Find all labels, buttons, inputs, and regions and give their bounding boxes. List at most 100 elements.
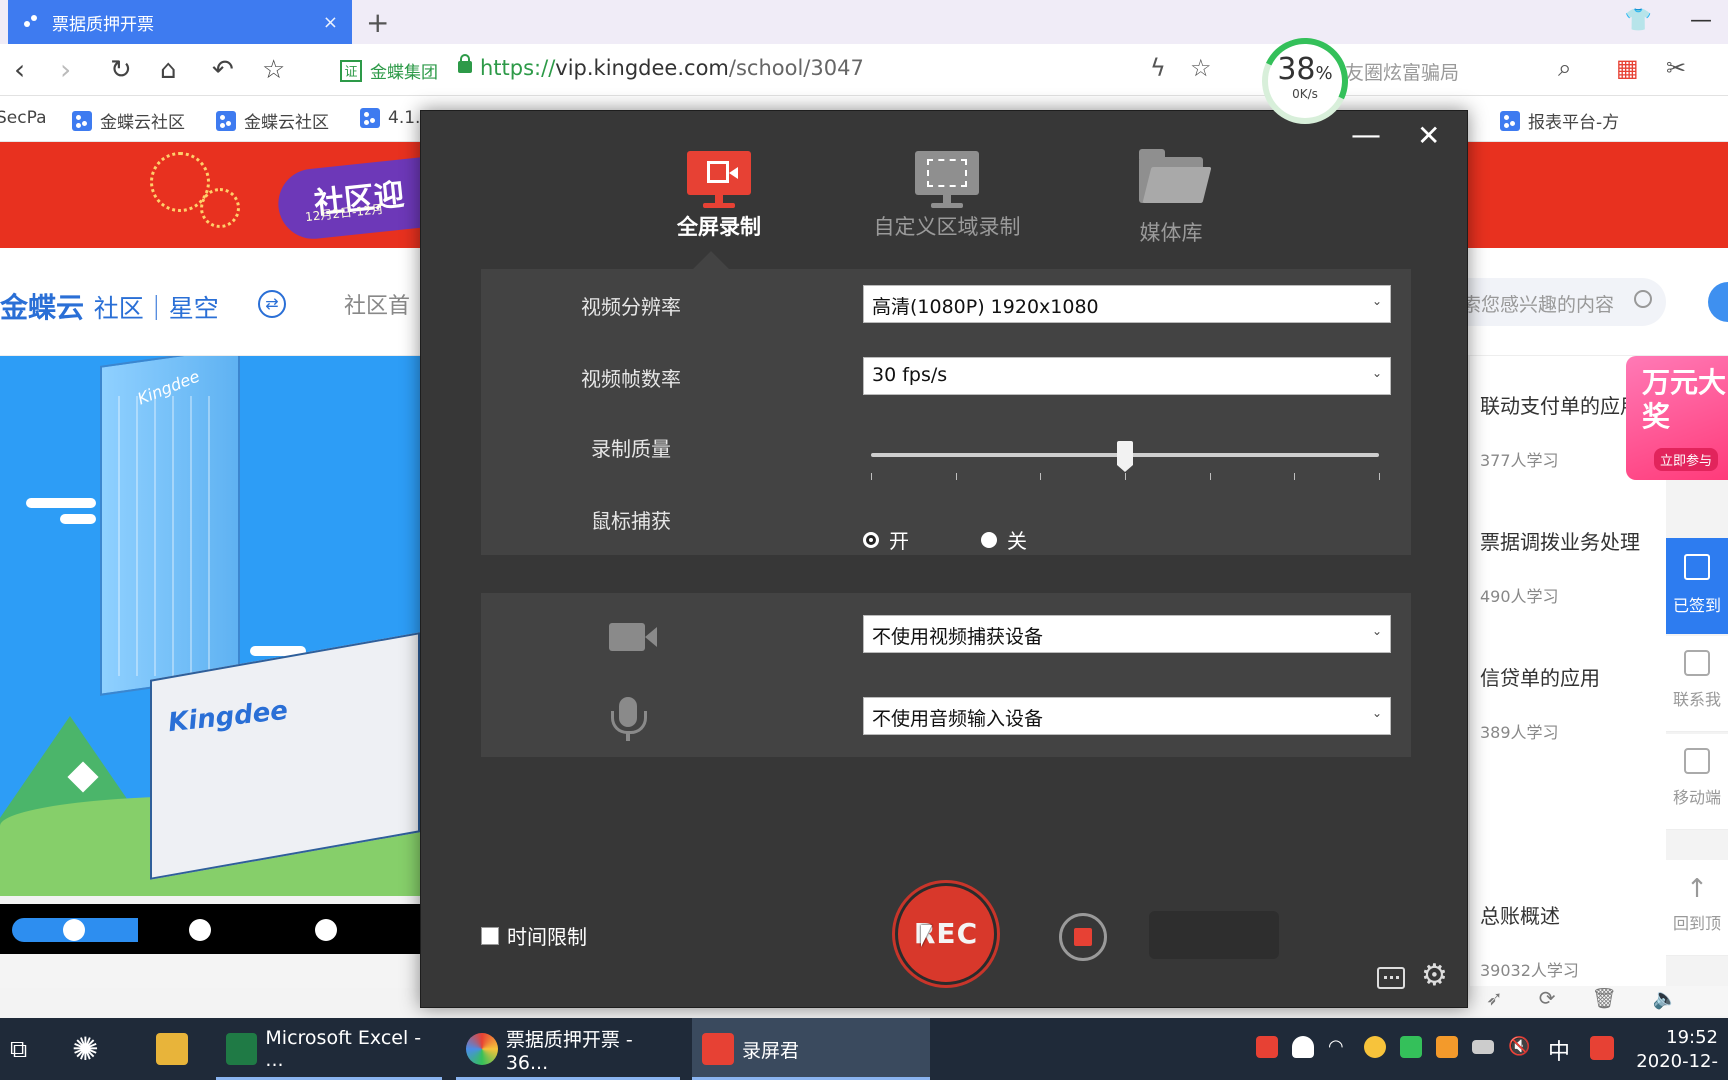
tab-custom-region-record[interactable]: 自定义区域录制 — [857, 151, 1037, 241]
input-method-indicator[interactable]: 中 — [1548, 1034, 1570, 1066]
avatar[interactable] — [1708, 282, 1728, 322]
browser-icon — [466, 1033, 498, 1065]
promo-join-button[interactable]: 立即参与 — [1654, 448, 1719, 471]
audio-device-select[interactable]: 不使用音频输入设备 ⌄ — [863, 697, 1391, 735]
trash-icon[interactable]: 🗑 — [1592, 986, 1617, 1016]
carousel-dot[interactable] — [189, 919, 211, 941]
cloud-decoration — [26, 498, 96, 508]
hero-illustration[interactable]: Kingdee Kingdee — [0, 356, 420, 896]
carousel-dot[interactable] — [315, 919, 337, 941]
certificate-badge[interactable]: 证 金蝶集团 — [340, 58, 438, 83]
sogou-icon[interactable] — [1590, 1036, 1614, 1060]
list-item[interactable]: 总账概述 39032人学习 — [1480, 900, 1579, 981]
tab-media-library[interactable]: 媒体库 — [1081, 149, 1261, 247]
resolution-label: 视频分辨率 — [581, 295, 681, 319]
record-button[interactable]: REC — [895, 883, 997, 985]
tab-close-icon[interactable]: × — [323, 12, 338, 33]
task-view-icon[interactable]: ⧉ — [0, 1018, 40, 1080]
antivirus-shield-icon[interactable] — [1400, 1036, 1422, 1058]
site-search-input[interactable]: 索您感兴趣的内容 — [1440, 278, 1666, 326]
pinwheel-app-icon[interactable]: ✺ — [62, 1018, 114, 1080]
url-field[interactable]: https://vip.kingdee.com/school/3047 — [480, 56, 864, 80]
bookmark-star-icon[interactable]: ☆ — [262, 54, 285, 86]
taskbar-app-excel[interactable]: Microsoft Excel - ... — [216, 1018, 442, 1080]
radio-checked-icon — [863, 531, 879, 548]
apps-grid-icon[interactable]: ▦ — [1616, 54, 1639, 82]
stop-button[interactable] — [1059, 913, 1107, 961]
video-device-select[interactable]: 不使用视频捕获设备 ⌄ — [863, 615, 1391, 653]
battery-icon[interactable] — [1472, 1040, 1494, 1054]
security-app-icon[interactable] — [1364, 1036, 1386, 1058]
bookmark-item[interactable]: SecPa — [0, 108, 47, 128]
time-limit-checkbox[interactable]: 时间限制 — [481, 921, 587, 950]
mouse-capture-off-radio[interactable]: 关 — [981, 525, 1027, 554]
resolution-select[interactable]: 高清(1080P) 1920x1080 ⌄ — [863, 285, 1391, 323]
list-item[interactable]: 信贷单的应用 389人学习 — [1480, 662, 1600, 743]
reload-icon[interactable]: ↻ — [110, 54, 132, 86]
mouse-capture-on-radio[interactable]: 开 — [863, 525, 909, 554]
bookmark-item[interactable]: 4.1. — [360, 108, 420, 128]
nav-item-community-home[interactable]: 社区首 — [344, 288, 410, 320]
lightning-icon[interactable]: ϟ — [1150, 54, 1166, 82]
undo-icon[interactable]: ↶ — [212, 54, 234, 86]
feedback-icon[interactable] — [1377, 967, 1405, 989]
back-to-top-button[interactable]: ↑ 回到顶 — [1666, 860, 1728, 956]
site-logo[interactable]: 金蝶云 社区｜星空 — [0, 286, 219, 326]
windows-taskbar: ⧉ ✺ Microsoft Excel - ... 票据质押开票 - 36...… — [0, 1018, 1728, 1080]
rocket-icon[interactable]: ➶ — [1486, 986, 1503, 1016]
search-icon[interactable]: ⌕ — [1558, 54, 1571, 82]
tab-fullscreen-record[interactable]: 全屏录制 — [629, 151, 809, 241]
close-icon[interactable]: ✕ — [1417, 121, 1440, 151]
bookmark-item[interactable]: 报表平台-方 — [1500, 108, 1619, 133]
favorite-star-icon[interactable]: ☆ — [1190, 54, 1212, 82]
framerate-select[interactable]: 30 fps/s ⌄ — [863, 357, 1391, 395]
speedup-icon[interactable]: ⟳ — [1539, 986, 1556, 1016]
checkin-button[interactable]: 已签到 — [1666, 538, 1728, 634]
recorder-tray-icon[interactable] — [1256, 1036, 1278, 1058]
kingdee-favicon-icon — [360, 108, 380, 128]
volume-muted-icon[interactable]: 🔇 — [1508, 1036, 1530, 1058]
carousel-dot[interactable] — [63, 919, 85, 941]
minimize-window-icon[interactable]: — — [1690, 8, 1712, 33]
microphone-icon — [609, 697, 647, 741]
fullscreen-monitor-icon — [687, 151, 751, 208]
taskbar-app-browser[interactable]: 票据质押开票 - 36... — [456, 1018, 680, 1080]
switch-product-icon[interactable]: ⇄ — [258, 290, 286, 318]
new-tab-button[interactable]: + — [366, 6, 389, 39]
taskbar-app-recorder[interactable]: 录屏君 — [692, 1018, 930, 1080]
back-icon[interactable]: ‹ — [14, 54, 25, 86]
browser-tab-active[interactable]: 票据质押开票 × — [8, 0, 352, 44]
home-icon[interactable]: ⌂ — [160, 54, 177, 86]
recording-timer — [1149, 911, 1279, 959]
search-hint[interactable]: 友圈炫富骗局 — [1345, 58, 1459, 85]
browser-window-controls: 👕 — — [1625, 8, 1712, 33]
mouse-capture-label: 鼠标捕获 — [591, 509, 671, 533]
volume-icon[interactable]: 🔈 — [1653, 986, 1678, 1016]
scissors-icon[interactable]: ✂ — [1666, 54, 1686, 82]
gear-icon[interactable]: ⚙ — [1421, 961, 1448, 991]
network-speed-widget[interactable]: 38% 0K/s — [1262, 38, 1348, 124]
file-explorer-icon[interactable] — [146, 1018, 198, 1080]
tower-windows-graphic — [118, 396, 218, 676]
search-icon[interactable] — [1634, 290, 1652, 308]
bookmark-item[interactable]: 金蝶云社区 — [216, 108, 329, 133]
list-item[interactable]: 票据调拨业务处理 490人学习 — [1480, 526, 1640, 607]
guard-shield-icon[interactable] — [1436, 1036, 1458, 1058]
quality-label: 录制质量 — [591, 437, 671, 461]
firework-decoration — [200, 188, 240, 228]
forward-icon[interactable]: › — [60, 54, 71, 86]
minimize-icon[interactable]: — — [1351, 121, 1381, 151]
region-monitor-icon — [915, 151, 979, 208]
system-clock[interactable]: 19:52 2020-12- — [1636, 1026, 1718, 1074]
skin-icon[interactable]: 👕 — [1625, 8, 1652, 33]
bookmark-item[interactable]: 金蝶云社区 — [72, 108, 185, 133]
recorder-app-icon — [702, 1033, 734, 1065]
quality-slider-thumb[interactable] — [1117, 441, 1133, 472]
shield-icon[interactable] — [1292, 1036, 1314, 1058]
contact-button[interactable]: 联系我 — [1666, 636, 1728, 732]
wifi-icon[interactable]: ◠ — [1328, 1036, 1350, 1058]
mobile-button[interactable]: 移动端 — [1666, 734, 1728, 830]
system-tray: ◠ 🔇 — [1256, 1036, 1530, 1058]
list-item[interactable]: 联动支付单的应用 377人学习 — [1480, 390, 1640, 471]
browser-tabbar: 票据质押开票 × + 👕 — — [0, 0, 1728, 44]
